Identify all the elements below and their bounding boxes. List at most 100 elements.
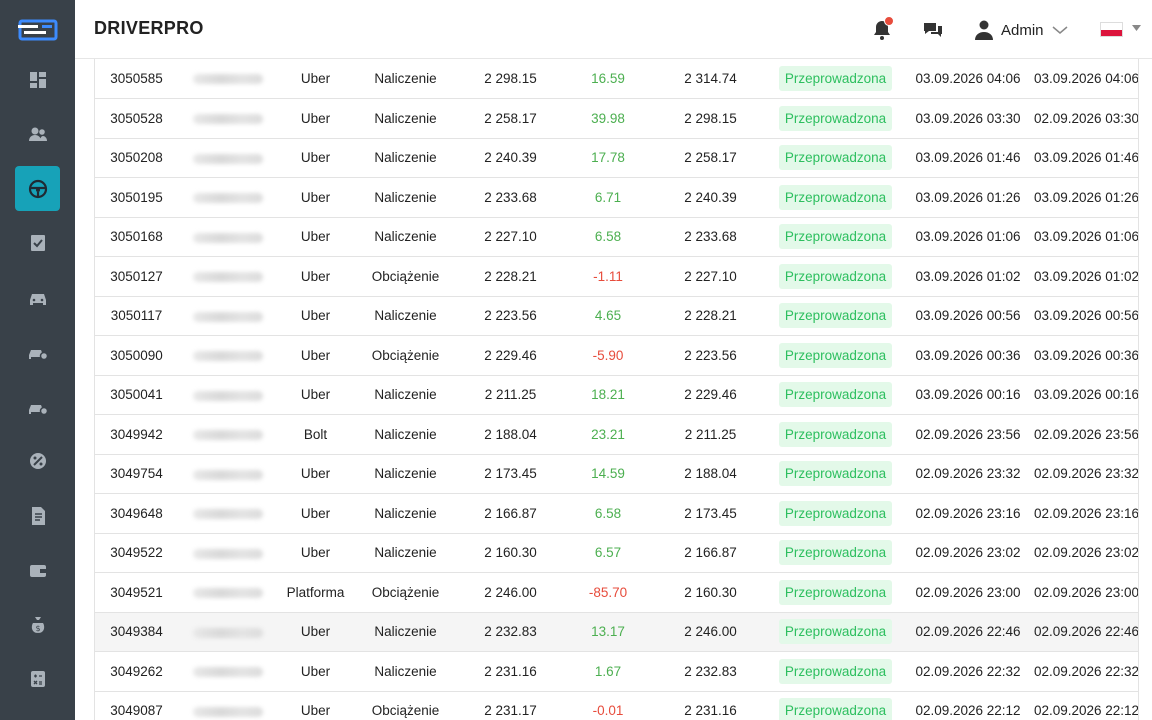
cell-status: Przeprowadzona: [768, 493, 903, 534]
cell-driver-masked: [178, 59, 278, 99]
sidebar-item-invoice[interactable]: [15, 493, 60, 538]
cell-after: 2 231.16: [653, 691, 768, 720]
car-settings-icon: [28, 350, 48, 361]
sidebar-item-dashboard[interactable]: [15, 57, 60, 102]
cell-after: 2 298.15: [653, 98, 768, 139]
table-row[interactable]: 3049648 Uber Naliczenie 2 166.87 6.58 2 173.4…: [95, 493, 1138, 534]
table-row[interactable]: 3049522 Uber Naliczenie 2 160.30 6.57 2 166.8…: [95, 533, 1138, 573]
cell-status: Przeprowadzona: [768, 572, 903, 613]
cell-type: Naliczenie: [353, 217, 458, 257]
cell-status: Przeprowadzona: [768, 59, 903, 99]
sidebar-item-checklist[interactable]: [15, 221, 60, 266]
cell-platform: Uber: [278, 612, 353, 652]
cell-before: 2 233.68: [458, 177, 563, 218]
cell-type: Obciążenie: [353, 691, 458, 720]
cell-amount: 13.17: [563, 612, 653, 652]
cell-amount: 16.59: [563, 59, 653, 99]
cell-after: 2 173.45: [653, 493, 768, 534]
table-row[interactable]: 3050127 Uber Obciążenie 2 228.21 -1.11 2 227.…: [95, 256, 1138, 297]
car-icon: [29, 293, 46, 305]
cell-amount: 23.21: [563, 414, 653, 455]
table-row[interactable]: 3049942 Bolt Naliczenie 2 188.04 23.21 2 211.…: [95, 414, 1138, 455]
sidebar-item-percent[interactable]: [15, 439, 60, 484]
cell-date2: 02.09.2026 22:32: [1033, 651, 1138, 692]
sidebar-item-car[interactable]: [15, 275, 60, 320]
cell-type: Naliczenie: [353, 59, 458, 99]
cell-platform: Uber: [278, 59, 353, 99]
status-badge: Przeprowadzona: [778, 145, 893, 171]
sidebar-item-money-bag[interactable]: $: [15, 602, 60, 647]
cell-after: 2 166.87: [653, 533, 768, 573]
cell-date2: 03.09.2026 04:06: [1033, 59, 1138, 99]
car-settings-alt-icon: [28, 404, 48, 415]
table-row[interactable]: 3050090 Uber Obciążenie 2 229.46 -5.90 2 223.…: [95, 335, 1138, 376]
cell-amount: -1.11: [563, 256, 653, 297]
percent-icon: [29, 453, 46, 469]
notification-dot: [884, 16, 894, 26]
table-row[interactable]: 3049384 Uber Naliczenie 2 232.83 13.17 2 246.…: [95, 612, 1138, 652]
cell-date2: 03.09.2026 01:26: [1033, 177, 1138, 218]
cell-date1: 03.09.2026 03:30: [903, 98, 1033, 139]
cell-date2: 02.09.2026 22:46: [1033, 612, 1138, 652]
cell-platform: Uber: [278, 217, 353, 257]
cell-status: Przeprowadzona: [768, 414, 903, 455]
cell-id: 3049648: [95, 493, 178, 534]
language-flag[interactable]: [1100, 22, 1123, 37]
cell-before: 2 227.10: [458, 217, 563, 257]
status-badge: Przeprowadzona: [778, 105, 893, 131]
cell-before: 2 228.21: [458, 256, 563, 297]
table-row[interactable]: 3050528 Uber Naliczenie 2 258.17 39.98 2 298.…: [95, 98, 1138, 139]
language-caret-icon[interactable]: [1132, 25, 1141, 31]
cell-date1: 03.09.2026 01:06: [903, 217, 1033, 257]
cell-date2: 03.09.2026 00:36: [1033, 335, 1138, 376]
status-badge: Przeprowadzona: [778, 619, 893, 645]
table-row[interactable]: 3050168 Uber Naliczenie 2 227.10 6.58 2 233.6…: [95, 217, 1138, 257]
cell-type: Naliczenie: [353, 651, 458, 692]
table-row[interactable]: 3050117 Uber Naliczenie 2 223.56 4.65 2 228.2…: [95, 296, 1138, 336]
svg-text:$: $: [35, 624, 40, 633]
cell-amount: 39.98: [563, 98, 653, 139]
steering-wheel-icon: [28, 179, 47, 198]
table-row[interactable]: 3049087 Uber Obciążenie 2 231.17 -0.01 2 231.…: [95, 691, 1138, 720]
table-row[interactable]: 3049754 Uber Naliczenie 2 173.45 14.59 2 188.…: [95, 454, 1138, 494]
table-row[interactable]: 3050208 Uber Naliczenie 2 240.39 17.78 2 258.…: [95, 138, 1138, 178]
cell-platform: Uber: [278, 375, 353, 415]
cell-before: 2 231.17: [458, 691, 563, 720]
cell-date2: 03.09.2026 01:06: [1033, 217, 1138, 257]
sidebar: $: [0, 0, 75, 720]
cell-after: 2 258.17: [653, 138, 768, 178]
bell-icon[interactable]: [870, 16, 894, 42]
cell-status: Przeprowadzona: [768, 217, 903, 257]
table-row[interactable]: 3050195 Uber Naliczenie 2 233.68 6.71 2 240.3…: [95, 177, 1138, 218]
user-menu[interactable]: Admin: [975, 17, 1068, 43]
user-name: Admin: [1001, 21, 1044, 39]
table-row[interactable]: 3049262 Uber Naliczenie 2 231.16 1.67 2 232.8…: [95, 651, 1138, 692]
cell-id: 3049522: [95, 533, 178, 573]
cell-id: 3050208: [95, 138, 178, 178]
cell-before: 2 166.87: [458, 493, 563, 534]
cell-type: Naliczenie: [353, 612, 458, 652]
sidebar-item-car-settings[interactable]: [15, 330, 60, 375]
cell-id: 3050090: [95, 335, 178, 376]
logo-icon[interactable]: [18, 18, 58, 42]
sidebar-item-car-settings-alt[interactable]: [15, 384, 60, 429]
sidebar-item-steering-wheel[interactable]: [15, 166, 60, 211]
sidebar-item-wallet[interactable]: [15, 548, 60, 593]
cell-date1: 03.09.2026 04:06: [903, 59, 1033, 99]
cell-after: 2 229.46: [653, 375, 768, 415]
table-row[interactable]: 3050585 Uber Naliczenie 2 298.15 16.59 2 314.…: [95, 59, 1138, 99]
table-row[interactable]: 3049521 Platforma Obciążenie 2 246.00 -85.70…: [95, 572, 1138, 613]
sidebar-item-calculator[interactable]: [15, 657, 60, 702]
cell-date1: 02.09.2026 23:56: [903, 414, 1033, 455]
dashboard-icon: [29, 71, 46, 88]
sidebar-item-users[interactable]: [15, 112, 60, 157]
cell-driver-masked: [178, 691, 278, 720]
cell-date2: 03.09.2026 00:16: [1033, 375, 1138, 415]
cell-status: Przeprowadzona: [768, 533, 903, 573]
chat-icon[interactable]: [921, 18, 945, 42]
cell-platform: Uber: [278, 138, 353, 178]
cell-date1: 03.09.2026 01:02: [903, 256, 1033, 297]
cell-amount: -85.70: [563, 572, 653, 613]
table-row[interactable]: 3050041 Uber Naliczenie 2 211.25 18.21 2 229.…: [95, 375, 1138, 415]
cell-status: Przeprowadzona: [768, 454, 903, 494]
